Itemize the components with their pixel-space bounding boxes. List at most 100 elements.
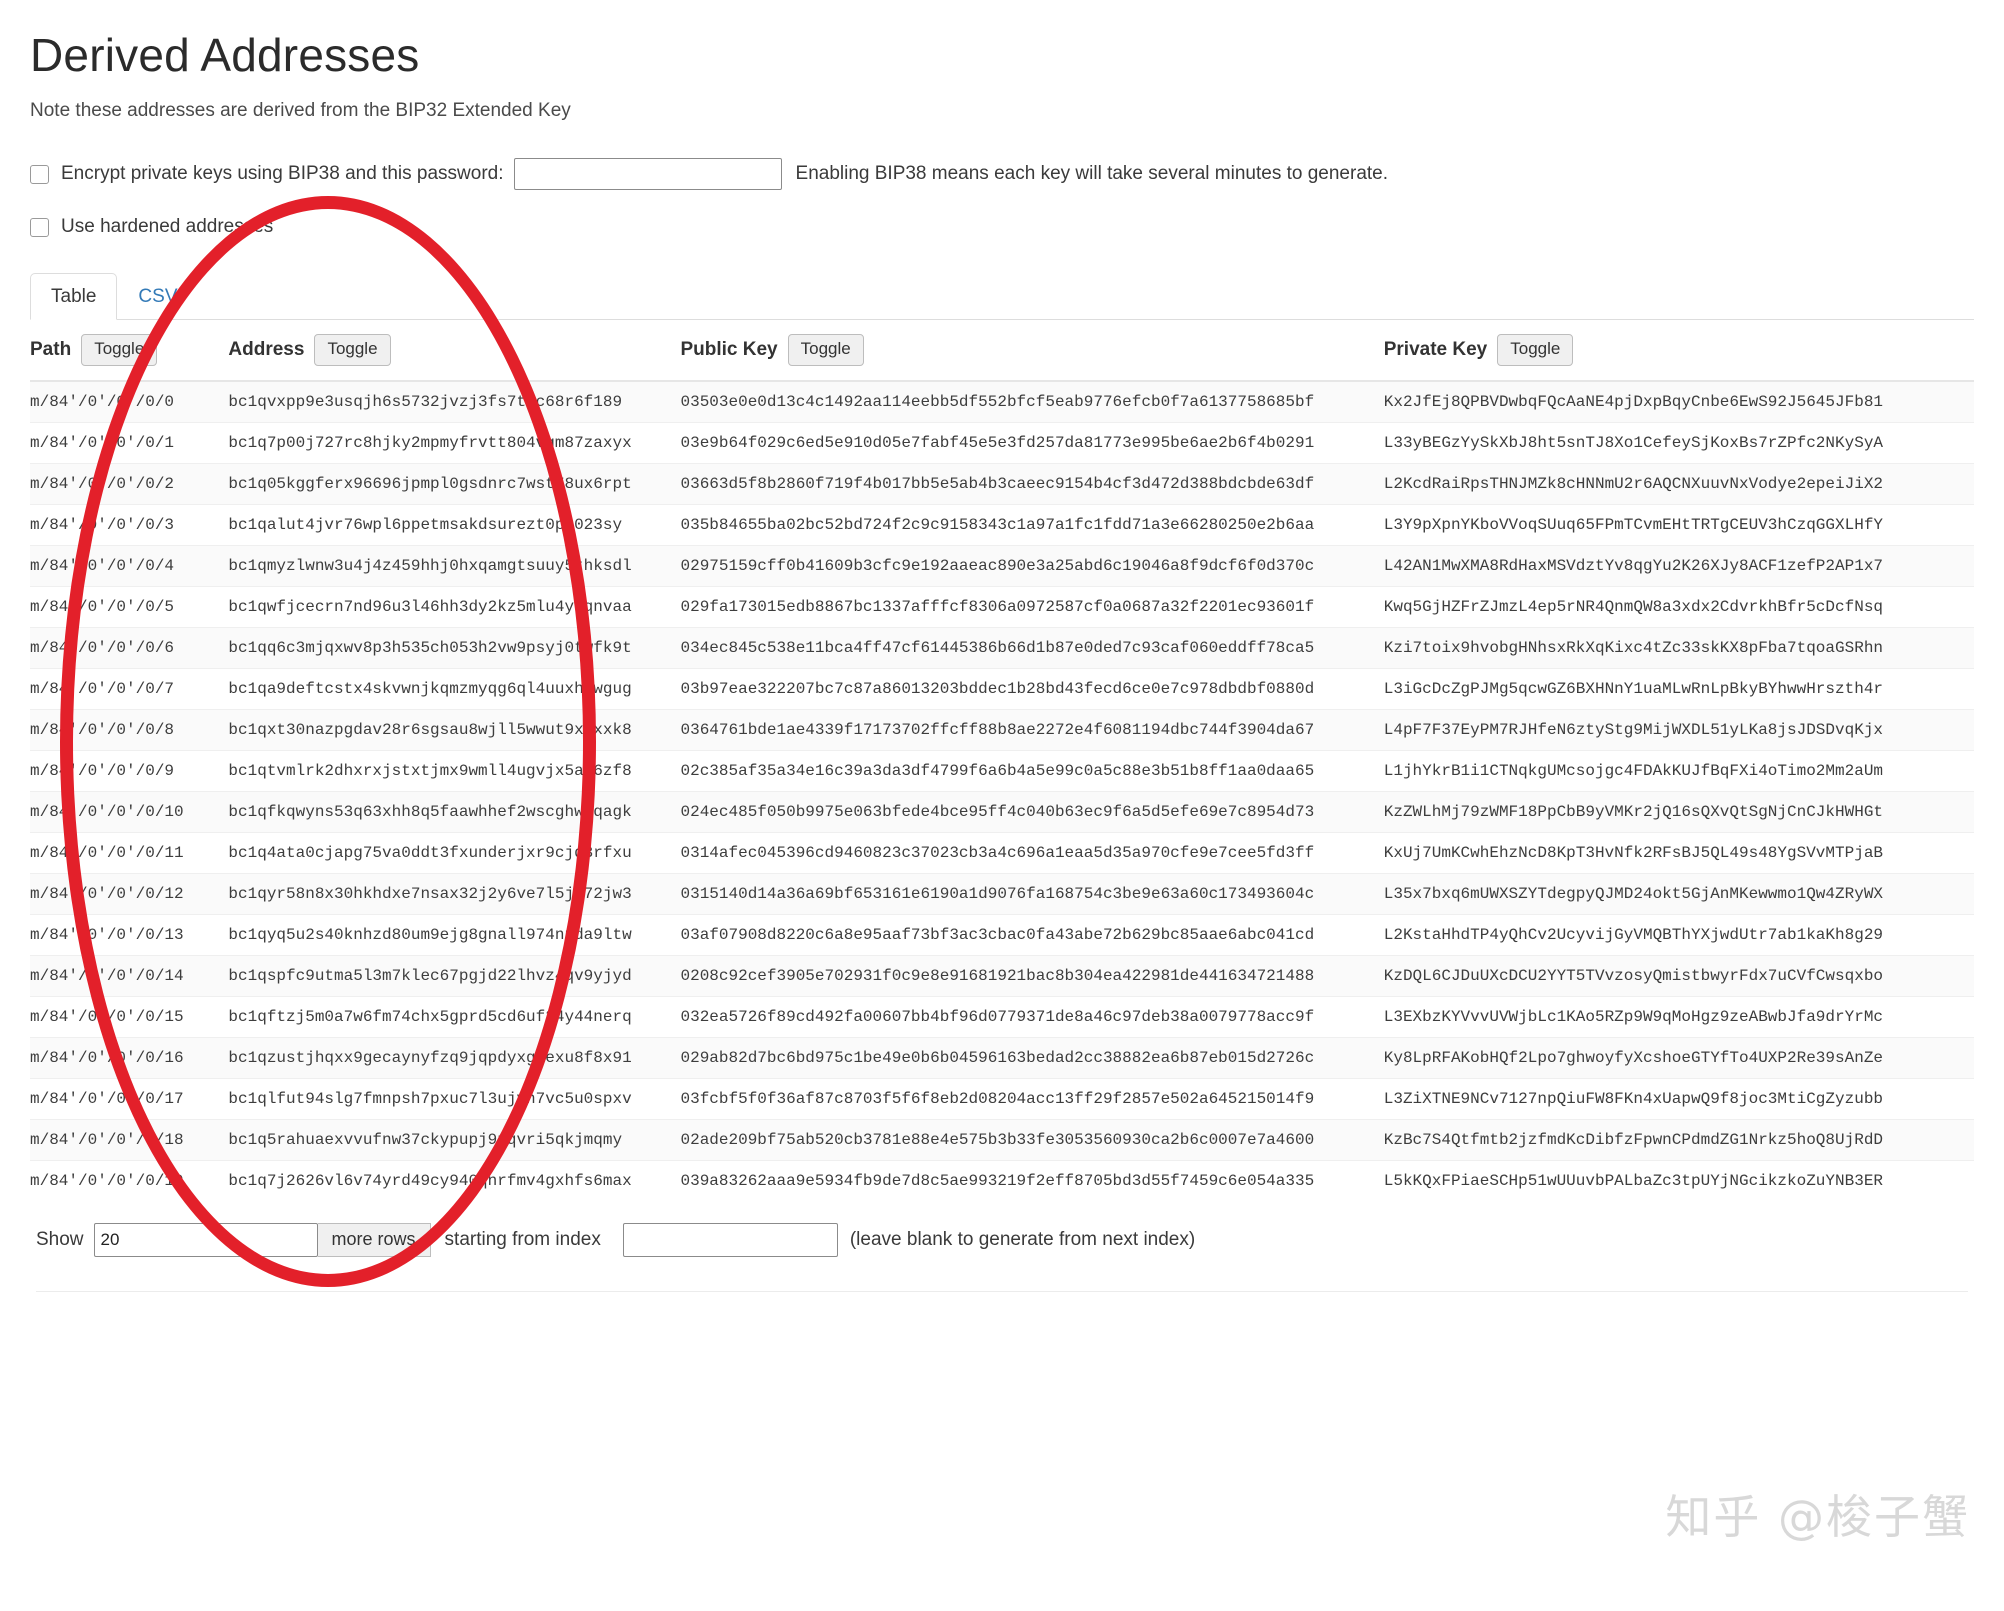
table-row: m/84'/0'/0'/0/2 bc1q05kggferx96696jpmpl0g… (30, 462, 1974, 505)
cell-public-key: 0364761bde1ae4339f17173702ffcff88b8ae227… (680, 708, 1384, 751)
page-content: Derived Addresses Note these addresses a… (0, 0, 2004, 1292)
cell-address: bc1q05kggferx96696jpmpl0gsdnrc7wst78ux6r… (228, 462, 681, 505)
bip38-password-input[interactable] (513, 158, 782, 190)
rows-count-input[interactable] (93, 1222, 318, 1257)
cell-public-key: 035b84655ba02bc52bd724f2c9c9158343c1a97a… (680, 503, 1384, 546)
cell-private-key: Kzi7toix9hvobgHNhsxRkXqKixc4tZc33skKX8pF… (1383, 626, 1974, 669)
table-row: m/84'/0'/0'/0/10 bc1qfkqwyns53q63xhh8q5fa… (30, 790, 1974, 833)
cell-public-key: 032ea5726f89cd492fa00607bb4bf96d0779371d… (680, 995, 1384, 1038)
bip38-checkbox[interactable] (30, 164, 49, 184)
table-head: Path Toggle Address Toggle Public Key To… (30, 320, 1974, 382)
column-header-private-key: Private Key Toggle (1383, 320, 1974, 382)
table-row: m/84'/0'/0'/0/18 bc1q5rahuaexvvufnw37ckyp… (30, 1118, 1974, 1161)
tab-csv[interactable]: CSV (117, 273, 198, 320)
cell-private-key: L3EXbzKYVvvUVWjbLc1KAo5RZp9W9qMoHgz9zeAB… (1383, 995, 1974, 1038)
cell-path: m/84'/0'/0'/0/12 (30, 872, 229, 915)
toggle-private-key-button[interactable]: Toggle (1497, 334, 1574, 366)
column-label-public-key: Public Key (680, 338, 778, 360)
cell-address: bc1qftzj5m0a7w6fm74chx5gprd5cd6uf24y44ne… (228, 995, 681, 1038)
cell-path: m/84'/0'/0'/0/0 (30, 380, 229, 423)
cell-public-key: 03fcbf5f0f36af87c8703f5f6f8eb2d08204acc1… (680, 1077, 1384, 1120)
cell-path: m/84'/0'/0'/0/9 (30, 749, 229, 792)
table-row: m/84'/0'/0'/0/8 bc1qxt30nazpgdav28r6sgsau… (30, 708, 1974, 751)
column-label-private-key: Private Key (1383, 338, 1488, 360)
hardened-label: Use hardened addresses (61, 216, 274, 237)
table-row: m/84'/0'/0'/0/15 bc1qftzj5m0a7w6fm74chx5g… (30, 995, 1974, 1038)
more-rows-button[interactable]: more rows (317, 1222, 431, 1257)
table-row: m/84'/0'/0'/0/0 bc1qvxpp9e3usqjh6s5732jvz… (30, 380, 1974, 423)
cell-public-key: 03663d5f8b2860f719f4b017bb5e5ab4b3caeec9… (680, 462, 1384, 505)
cell-path: m/84'/0'/0'/0/5 (30, 585, 229, 628)
cell-private-key: L33yBEGzYySkXbJ8ht5snTJ8Xo1CefeySjKoxBs7… (1383, 421, 1974, 464)
cell-public-key: 02ade209bf75ab520cb3781e88e4e575b3b33fe3… (680, 1118, 1384, 1161)
table-row: m/84'/0'/0'/0/5 bc1qwfjcecrn7nd96u3l46hh3… (30, 585, 1974, 628)
cell-private-key: L42AN1MwXMA8RdHaxMSVdztYv8qgYu2K26XJy8AC… (1383, 544, 1974, 587)
derived-addresses-table: Path Toggle Address Toggle Public Key To… (30, 320, 1974, 1201)
tab-table[interactable]: Table (30, 273, 118, 320)
cell-path: m/84'/0'/0'/0/1 (30, 421, 229, 464)
cell-private-key: KzDQL6CJDuUXcDCU2YYT5TVvzosyQmistbwyrFdx… (1383, 954, 1974, 997)
cell-path: m/84'/0'/0'/0/15 (30, 995, 229, 1038)
hardened-checkbox[interactable] (30, 217, 49, 237)
cell-address: bc1qxt30nazpgdav28r6sgsau8wjll5wwut9x1xx… (228, 708, 681, 751)
hardened-option-row: Use hardened addresses (30, 216, 1974, 238)
cell-private-key: L4pF7F37EyPM7RJHfeN6ztyStg9MijWXDL51yLKa… (1383, 708, 1974, 751)
pagination-controls: Show more rows starting from index (leav… (30, 1222, 1974, 1257)
table-row: m/84'/0'/0'/0/16 bc1qzustjhqxx9gecaynyfzq… (30, 1036, 1974, 1079)
bottom-divider (36, 1290, 1968, 1292)
cell-public-key: 02c385af35a34e16c39a3da3df4799f6a6b4a5e9… (680, 749, 1384, 792)
table-row: m/84'/0'/0'/0/4 bc1qmyzlwnw3u4j4z459hhj0h… (30, 544, 1974, 587)
cell-address: bc1qwfjcecrn7nd96u3l46hh3dy2kz5mlu4yqqnv… (228, 585, 681, 628)
derived-addresses-page: Derived Addresses Note these addresses a… (0, 0, 2004, 1611)
start-index-input[interactable] (622, 1222, 838, 1257)
cell-address: bc1qyq5u2s40knhzd80um9ejg8gnall974nuda9l… (228, 913, 681, 956)
cell-address: bc1qmyzlwnw3u4j4z459hhj0hxqamgtsuuy5thks… (228, 544, 681, 587)
cell-path: m/84'/0'/0'/0/19 (30, 1159, 229, 1201)
cell-path: m/84'/0'/0'/0/16 (30, 1036, 229, 1079)
cell-public-key: 0315140d14a36a69bf653161e6190a1d9076fa16… (680, 872, 1384, 915)
column-label-path: Path (30, 338, 72, 360)
cell-private-key: L35x7bxq6mUWXSZYTdegpyQJMD24okt5GjAnMKew… (1383, 872, 1974, 915)
cell-path: m/84'/0'/0'/0/4 (30, 544, 229, 587)
cell-private-key: L2KstaHhdTP4yQhCv2UcyvijGyVMQBThYXjwdUtr… (1383, 913, 1974, 956)
cell-path: m/84'/0'/0'/0/13 (30, 913, 229, 956)
cell-private-key: L2KcdRaiRpsTHNJMZk8cHNNmU2r6AQCNXuuvNxVo… (1383, 462, 1974, 505)
toggle-public-key-button[interactable]: Toggle (787, 334, 864, 366)
table-row: m/84'/0'/0'/0/3 bc1qalut4jvr76wpl6ppetmsa… (30, 503, 1974, 546)
cell-public-key: 024ec485f050b9975e063bfede4bce95ff4c040b… (680, 790, 1384, 833)
table-row: m/84'/0'/0'/0/12 bc1qyr58n8x30hkhdxe7nsax… (30, 872, 1974, 915)
cell-public-key: 03af07908d8220c6a8e95aaf73bf3ac3cbac0fa4… (680, 913, 1384, 956)
cell-public-key: 02975159cff0b41609b3cfc9e192aaeac890e3a2… (680, 544, 1384, 587)
bip38-label: Encrypt private keys using BIP38 and thi… (61, 163, 504, 184)
table-row: m/84'/0'/0'/0/17 bc1qlfut94slg7fmnpsh7pxu… (30, 1077, 1974, 1120)
cell-private-key: L3Y9pXpnYKboVVoqSUuq65FPmTCvmEHtTRTgCEUV… (1383, 503, 1974, 546)
cell-address: bc1q7j2626vl6v74yrd49cy940qnrfmv4gxhfs6m… (228, 1159, 681, 1201)
cell-path: m/84'/0'/0'/0/8 (30, 708, 229, 751)
cell-private-key: L3iGcDcZgPJMg5qcwGZ6BXHNnY1uaMLwRnLpBkyB… (1383, 667, 1974, 710)
cell-private-key: KxUj7UmKCwhEhzNcD8KpT3HvNfk2RFsBJ5QL49s4… (1383, 831, 1974, 874)
table-header-row: Path Toggle Address Toggle Public Key To… (30, 320, 1974, 382)
column-header-public-key: Public Key Toggle (680, 320, 1384, 382)
cell-public-key: 0314afec045396cd9460823c37023cb3a4c696a1… (680, 831, 1384, 874)
cell-private-key: KzZWLhMj79zWMF18PpCbB9yVMKr2jQ16sQXvQtSg… (1383, 790, 1974, 833)
cell-public-key: 029fa173015edb8867bc1337afffcf8306a09725… (680, 585, 1384, 628)
cell-address: bc1qtvmlrk2dhxrxjstxtjmx9wmll4ugvjx5a06z… (228, 749, 681, 792)
watermark-text: 知乎 @梭子蟹 (1665, 1490, 1970, 1544)
cell-public-key: 029ab82d7bc6bd975c1be49e0b6b04596163beda… (680, 1036, 1384, 1079)
cell-public-key: 0208c92cef3905e702931f0c9e8e91681921bac8… (680, 954, 1384, 997)
cell-address: bc1qyr58n8x30hkhdxe7nsax32j2y6ve7l5jm72j… (228, 872, 681, 915)
cell-private-key: L5kKQxFPiaeSCHp51wUUuvbPALbaZc3tpUYjNGci… (1383, 1159, 1974, 1201)
cell-private-key: KzBc7S4Qtfmtb2jzfmdKcDibfzFpwnCPdmdZG1Nr… (1383, 1118, 1974, 1161)
cell-public-key: 03503e0e0d13c4c1492aa114eebb5df552bfcf5e… (680, 380, 1384, 423)
cell-private-key: Ky8LpRFAKobHQf2Lpo7ghwoyfyXcshoeGTYfTo4U… (1383, 1036, 1974, 1079)
pagination-hint: (leave blank to generate from next index… (849, 1228, 1196, 1250)
cell-address: bc1qfkqwyns53q63xhh8q5faawhhef2wscghwrqa… (228, 790, 681, 833)
toggle-path-button[interactable]: Toggle (81, 334, 158, 366)
bip38-option-row: Encrypt private keys using BIP38 and thi… (30, 158, 1974, 190)
table-row: m/84'/0'/0'/0/9 bc1qtvmlrk2dhxrxjstxtjmx9… (30, 749, 1974, 792)
cell-address: bc1qvxpp9e3usqjh6s5732jvzj3fs7tzc68r6f18… (228, 380, 681, 423)
cell-public-key: 03e9b64f029c6ed5e910d05e7fabf45e5e3fd257… (680, 421, 1384, 464)
cell-path: m/84'/0'/0'/0/7 (30, 667, 229, 710)
toggle-address-button[interactable]: Toggle (314, 334, 391, 366)
bip38-hint: Enabling BIP38 means each key will take … (795, 163, 1389, 184)
